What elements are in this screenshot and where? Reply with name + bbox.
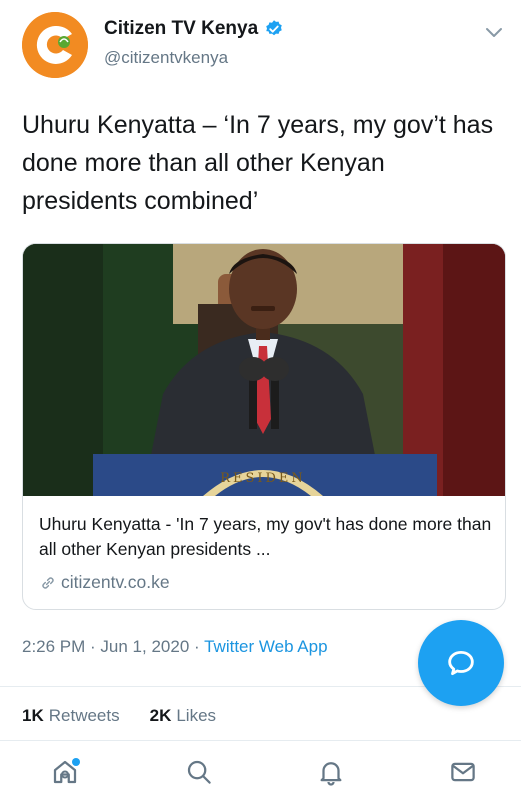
bottom-tab-bar xyxy=(0,740,521,800)
bell-icon xyxy=(320,762,342,786)
card-domain-text[interactable]: citizentv.co.ke xyxy=(61,572,170,593)
tab-notifications[interactable] xyxy=(314,755,348,789)
link-card[interactable]: RESIDEN Uhuru Kenyatta - 'In 7 years, my… xyxy=(22,243,506,610)
retweets-stat[interactable]: 1K Retweets xyxy=(22,706,120,726)
tweet-source[interactable]: Twitter Web App xyxy=(204,637,327,656)
chevron-down-icon[interactable] xyxy=(484,22,504,42)
meta-separator-2: · xyxy=(189,637,205,656)
likes-count: 2K xyxy=(149,706,172,725)
retweets-label: Retweets xyxy=(48,706,120,725)
tweet-header: Citizen TV Kenya @citizentvkenya xyxy=(0,0,521,96)
tab-messages[interactable] xyxy=(446,755,480,789)
card-image: RESIDEN xyxy=(23,244,505,496)
verified-badge-icon xyxy=(266,20,282,36)
retweets-count: 1K xyxy=(22,706,44,725)
link-icon xyxy=(42,576,54,589)
author-display-name[interactable]: Citizen TV Kenya xyxy=(104,18,258,40)
likes-stat[interactable]: 2K Likes xyxy=(150,706,216,726)
tab-search[interactable] xyxy=(182,755,216,789)
author-handle[interactable]: @citizentvkenya xyxy=(104,48,228,68)
tab-home[interactable] xyxy=(48,755,82,789)
search-icon xyxy=(187,760,211,784)
likes-label: Likes xyxy=(176,706,217,725)
mail-icon xyxy=(451,762,475,782)
tweet-meta: 2:26 PM · Jun 1, 2020 · Twitter Web App xyxy=(22,637,328,657)
author-avatar[interactable] xyxy=(22,12,88,78)
reply-compose-button[interactable] xyxy=(418,620,504,706)
card-title[interactable]: Uhuru Kenyatta - 'In 7 years, my gov't h… xyxy=(39,512,494,562)
citizen-tv-logo-icon xyxy=(22,12,88,78)
meta-separator: · xyxy=(85,637,101,656)
home-notification-dot xyxy=(72,758,80,766)
card-domain[interactable]: citizentv.co.ke xyxy=(39,572,170,593)
tweet-text: Uhuru Kenyatta – ‘In 7 years, my gov’t h… xyxy=(22,111,494,215)
card-photo: RESIDEN xyxy=(23,244,505,496)
podium-seal-text: RESIDEN xyxy=(220,471,306,486)
tweet-date[interactable]: Jun 1, 2020 xyxy=(100,637,189,656)
author-name-row[interactable]: Citizen TV Kenya xyxy=(104,18,284,40)
tweet-time[interactable]: 2:26 PM xyxy=(22,637,85,656)
tweet-stats: 1K Retweets 2K Likes xyxy=(22,706,246,726)
reply-bubble-icon xyxy=(448,650,474,676)
